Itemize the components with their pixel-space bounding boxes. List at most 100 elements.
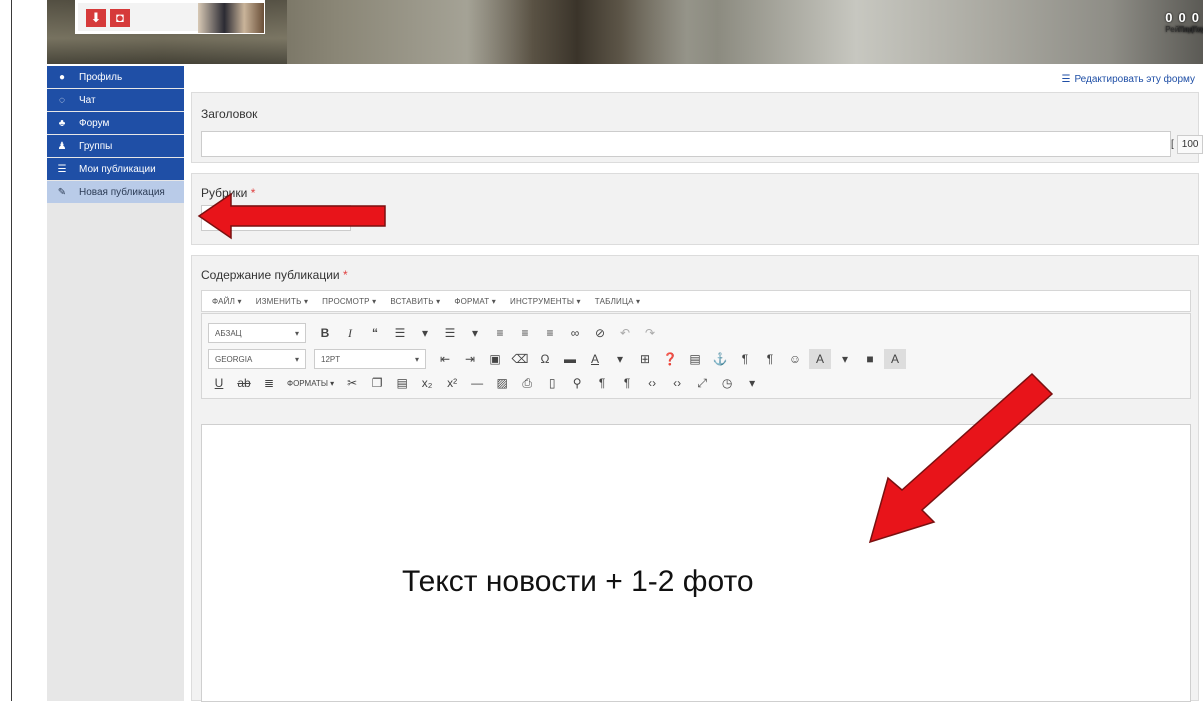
sidebar-item-new-publication[interactable]: ✎ Новая публикация: [47, 181, 184, 203]
formats-button[interactable]: ФОРМАТЫ ▾: [283, 373, 338, 393]
profile-banner: ⬇ ◘ 0 Рейтинг 0 Подписчики 0 Подписки: [47, 0, 1203, 64]
numbered-list-icon[interactable]: ☰: [439, 323, 461, 343]
chevron-down-icon[interactable]: ▾: [414, 323, 436, 343]
font-select-value: GEORGIA: [215, 354, 253, 364]
chevron-down-icon: ▾: [294, 354, 299, 364]
anchor-icon[interactable]: ⚓: [709, 349, 731, 369]
title-input[interactable]: [201, 131, 1171, 157]
paste-icon[interactable]: ▤: [391, 373, 413, 393]
users-icon: ♟: [57, 140, 67, 152]
chevron-down-icon: ▾: [294, 328, 299, 338]
banner-tree: [467, 0, 687, 64]
print-icon[interactable]: ⎙: [516, 373, 538, 393]
sidebar-item-label: Профиль: [79, 71, 123, 83]
edit-form-label: Редактировать эту форму: [1074, 74, 1195, 85]
font-select[interactable]: GEORGIA ▾: [208, 349, 306, 369]
underline-icon[interactable]: U: [208, 373, 230, 393]
bold-icon[interactable]: B: [314, 323, 336, 343]
copy-icon[interactable]: ❐: [366, 373, 388, 393]
paste-icon[interactable]: ▣: [484, 349, 506, 369]
bullet-list-icon[interactable]: ☰: [389, 323, 411, 343]
horizontal-line-icon[interactable]: —: [466, 373, 488, 393]
required-mark: *: [342, 268, 348, 282]
redo-icon[interactable]: ↷: [639, 323, 661, 343]
blockquote-icon[interactable]: “: [364, 323, 386, 343]
bookmark-icon[interactable]: ▯: [541, 373, 563, 393]
strikethrough-icon[interactable]: ab: [233, 373, 255, 393]
help-icon[interactable]: ❓: [659, 349, 681, 369]
avatar[interactable]: [198, 3, 264, 33]
camera-icon[interactable]: ◘: [110, 9, 130, 27]
unlink-icon[interactable]: ⊘: [589, 323, 611, 343]
menu-insert[interactable]: ВСТАВИТЬ ▾: [390, 297, 440, 306]
special-char-icon[interactable]: Ω: [534, 349, 556, 369]
ltr-icon[interactable]: ¶: [734, 349, 756, 369]
cut-icon[interactable]: ✂: [341, 373, 363, 393]
rtl-icon[interactable]: ¶: [759, 349, 781, 369]
align-center-icon[interactable]: ≡: [514, 323, 536, 343]
title-panel: Заголовок [100: [191, 92, 1203, 163]
toolbar-row: GEORGIA ▾ 12PT ▾ ⇤ ⇥ ▣ ⌫ Ω ▬ A ▾ ⊞ ❓ ▤ ⚓ ¶…: [208, 348, 909, 370]
fullscreen-icon[interactable]: ⤢: [691, 373, 713, 393]
annotation-arrow-diagonal: [868, 372, 1054, 544]
highlight-icon[interactable]: A: [809, 349, 831, 369]
annotation-arrow-left: [197, 192, 386, 240]
table-icon[interactable]: ⊞: [634, 349, 656, 369]
menu-edit[interactable]: ИЗМЕНИТЬ ▾: [256, 297, 308, 306]
align-left-icon[interactable]: ≡: [489, 323, 511, 343]
chevron-down-icon[interactable]: ▾: [834, 349, 856, 369]
stat-rating[interactable]: 0 Рейтинг: [1165, 10, 1194, 34]
font-size-select[interactable]: 12PT ▾: [314, 349, 426, 369]
copy-format-icon[interactable]: ■: [859, 349, 881, 369]
sidebar-item-forum[interactable]: ♣ Форум: [47, 112, 184, 134]
justify-icon[interactable]: ≣: [258, 373, 280, 393]
paragraph-select[interactable]: АБЗАЦ ▾: [208, 323, 306, 343]
chevron-down-icon[interactable]: ▾: [609, 349, 631, 369]
menu-file[interactable]: ФАЙЛ ▾: [212, 297, 242, 306]
media-icon[interactable]: ▤: [684, 349, 706, 369]
chevron-down-icon[interactable]: ▾: [464, 323, 486, 343]
download-icon[interactable]: ⬇: [86, 9, 106, 27]
sidebar-item-profile[interactable]: ● Профиль: [47, 66, 184, 88]
sidebar-item-chat[interactable]: ◌ Чат: [47, 89, 184, 111]
font-size-select-value: 12PT: [321, 354, 341, 364]
chevron-down-icon[interactable]: ▾: [741, 373, 763, 393]
code-icon[interactable]: ‹›: [641, 373, 663, 393]
stat-subscribers[interactable]: 0 Подписчики: [1178, 10, 1203, 34]
background-color-icon[interactable]: A: [884, 349, 906, 369]
sidebar-item-my-publications[interactable]: ☰ Мои публикации: [47, 158, 184, 180]
title-label: Заголовок: [201, 107, 258, 121]
superscript-icon[interactable]: x²: [441, 373, 463, 393]
edit-form-link[interactable]: ☰ Редактировать эту форму: [1061, 74, 1195, 85]
horizontal-rule-icon[interactable]: ▬: [559, 349, 581, 369]
outdent-icon[interactable]: ⇤: [434, 349, 456, 369]
menu-format[interactable]: ФОРМАТ ▾: [454, 297, 496, 306]
eraser-icon[interactable]: ⌫: [509, 349, 531, 369]
sidebar-item-groups[interactable]: ♟ Группы: [47, 135, 184, 157]
menu-tools[interactable]: ИНСТРУМЕНТЫ ▾: [510, 297, 581, 306]
italic-icon[interactable]: I: [339, 323, 361, 343]
text-color-icon[interactable]: A: [584, 349, 606, 369]
stat-subscriptions[interactable]: 0 Подписки: [1192, 10, 1203, 34]
title-counter-wrap: [100: [1171, 131, 1203, 157]
paragraph-icon[interactable]: ¶: [591, 373, 613, 393]
image-icon[interactable]: ▨: [491, 373, 513, 393]
clock-icon[interactable]: ◷: [716, 373, 738, 393]
align-right-icon[interactable]: ≡: [539, 323, 561, 343]
undo-icon[interactable]: ↶: [614, 323, 636, 343]
show-blocks-icon[interactable]: ¶: [616, 373, 638, 393]
title-counter: 100: [1176, 134, 1203, 154]
find-icon[interactable]: ⚲: [566, 373, 588, 393]
editor-menubar: ФАЙЛ ▾ ИЗМЕНИТЬ ▾ ПРОСМОТР ▾ ВСТАВИТЬ ▾ …: [201, 290, 1191, 312]
indent-icon[interactable]: ⇥: [459, 349, 481, 369]
subscript-icon[interactable]: x₂: [416, 373, 438, 393]
link-icon[interactable]: ∞: [564, 323, 586, 343]
source-code-icon[interactable]: ‹›: [666, 373, 688, 393]
menu-view[interactable]: ПРОСМОТР ▾: [322, 297, 376, 306]
menu-table[interactable]: ТАБЛИЦА ▾: [595, 297, 641, 306]
emoji-icon[interactable]: ☺: [784, 349, 806, 369]
left-border: [11, 0, 12, 701]
stat-value: 0: [1178, 10, 1186, 25]
annotation-text: Текст новости + 1-2 фото: [402, 565, 754, 598]
profile-stats: 0 Рейтинг 0 Подписчики 0 Подписки: [1165, 10, 1203, 34]
